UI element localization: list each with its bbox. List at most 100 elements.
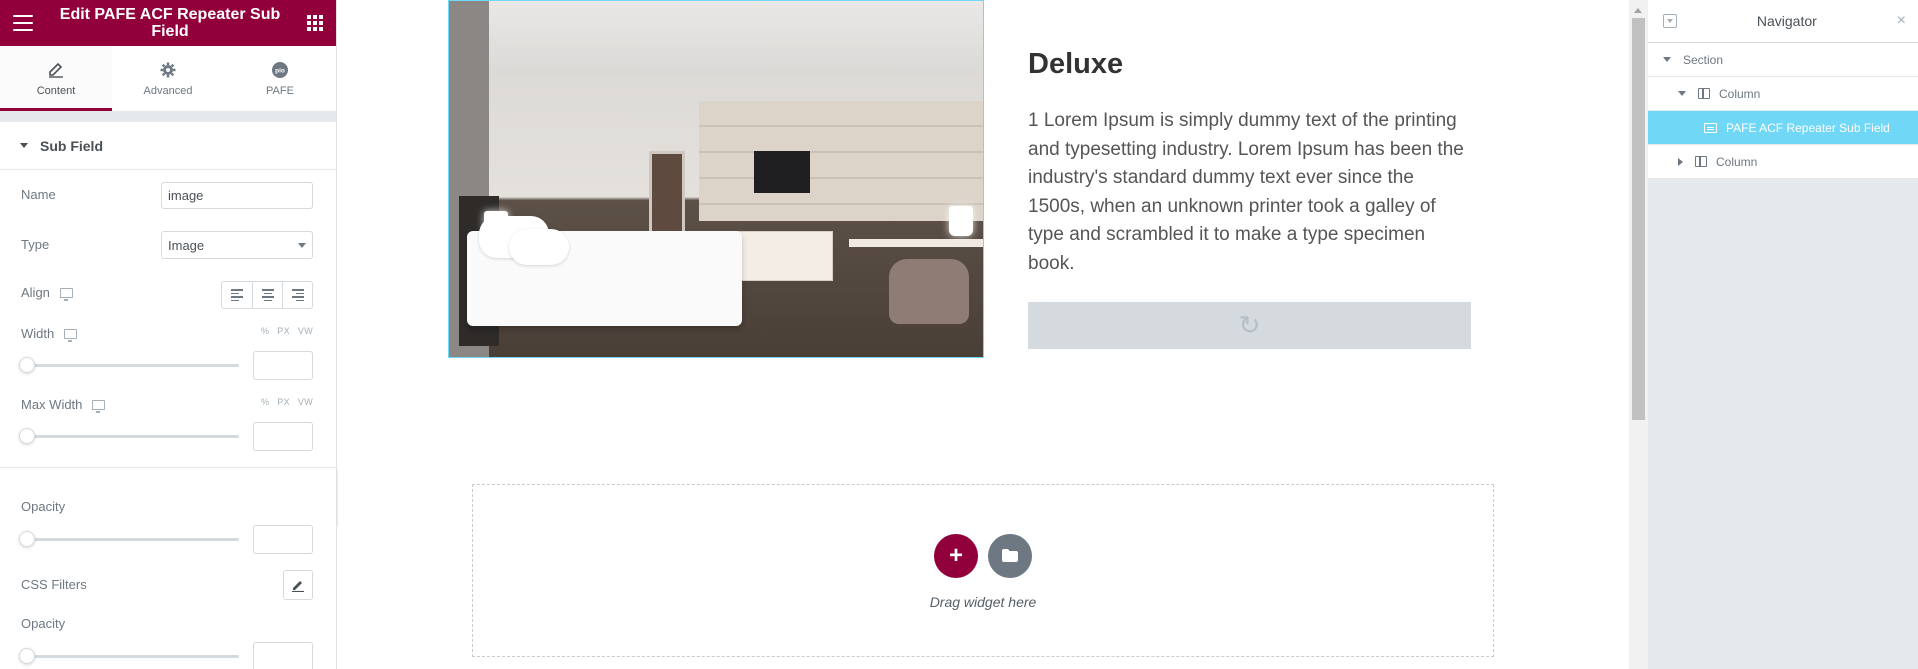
- widget-icon: [1704, 122, 1717, 133]
- opacity-input[interactable]: [253, 525, 313, 554]
- hover-opacity-control: Opacity: [19, 616, 313, 669]
- add-section-button[interactable]: +: [934, 533, 978, 578]
- svg-text:pio: pio: [275, 67, 285, 74]
- tabs-divider: [0, 112, 336, 122]
- unit-vw[interactable]: VW: [298, 397, 313, 407]
- max-width-input[interactable]: [253, 422, 313, 451]
- drop-label: Drag widget here: [929, 593, 1037, 610]
- max-width-control: Max Width % PX VW: [19, 397, 313, 451]
- navigator-header: Navigator ×: [1648, 0, 1918, 43]
- opacity-control: Opacity: [19, 499, 313, 554]
- type-control: Type Image: [21, 231, 313, 259]
- css-filters-control: CSS Filters: [21, 570, 313, 600]
- room-heading: Deluxe: [1028, 48, 1124, 80]
- type-select-value: Image: [168, 237, 205, 253]
- nav-item-pafe-acf-repeater-sub-field[interactable]: PAFE ACF Repeater Sub Field: [1648, 111, 1918, 145]
- opacity-input[interactable]: [253, 642, 313, 669]
- section-sub-field-toggle[interactable]: Sub Field: [0, 122, 336, 170]
- panel-tabs: Content Advanced pio PAFE: [0, 46, 336, 112]
- max-width-label: Max Width: [21, 397, 83, 412]
- tab-content[interactable]: Content: [0, 46, 112, 111]
- navigator-title: Navigator: [1756, 13, 1817, 29]
- opacity-slider[interactable]: [19, 531, 239, 547]
- align-center-button[interactable]: [252, 282, 282, 308]
- chevron-down-icon: [298, 242, 306, 248]
- unit-switcher: % PX VW: [261, 397, 313, 407]
- desktop-responsive-icon[interactable]: [59, 287, 73, 301]
- nav-item-label: PAFE ACF Repeater Sub Field: [1726, 120, 1890, 135]
- gear-icon: [160, 62, 176, 77]
- caret-right-icon[interactable]: [1678, 157, 1683, 166]
- width-input[interactable]: [253, 351, 313, 380]
- nav-item-label: Column: [1719, 86, 1761, 101]
- tab-pafe[interactable]: pio PAFE: [224, 46, 336, 111]
- canvas-scrollbar[interactable]: [1629, 0, 1648, 669]
- collapse-all-icon[interactable]: [1663, 14, 1677, 28]
- opacity-label: Opacity: [21, 616, 66, 631]
- column-icon: [1695, 156, 1707, 167]
- tab-advanced[interactable]: Advanced: [112, 46, 224, 111]
- pencil-icon: [292, 581, 304, 592]
- widgets-grid-icon[interactable]: [307, 15, 323, 31]
- preview-canvas: Deluxe 1 Lorem Ipsum is simply dummy tex…: [338, 0, 1629, 669]
- width-slider[interactable]: [19, 357, 239, 373]
- align-right-button[interactable]: [282, 282, 312, 308]
- opacity-label: Opacity: [21, 499, 66, 514]
- name-label: Name: [21, 187, 56, 202]
- hotel-room-photo: [449, 1, 983, 357]
- unit-vw[interactable]: VW: [298, 326, 313, 336]
- tab-advanced-label: Advanced: [143, 84, 193, 97]
- type-select[interactable]: Image: [161, 231, 313, 259]
- editor-panel: Edit PAFE ACF Repeater Sub Field Content…: [0, 0, 337, 669]
- align-buttons: [221, 281, 313, 309]
- percent-unit-icon[interactable]: %: [261, 397, 269, 407]
- add-section-drop-area[interactable]: + Drag widget here: [472, 484, 1494, 657]
- nav-item-column[interactable]: Column: [1648, 77, 1918, 111]
- name-input[interactable]: image: [161, 182, 313, 209]
- percent-unit-icon[interactable]: %: [261, 326, 269, 336]
- panel-header: Edit PAFE ACF Repeater Sub Field: [0, 0, 336, 46]
- loading-placeholder: ↻: [1028, 302, 1471, 349]
- caret-down-icon[interactable]: [1663, 57, 1671, 62]
- desktop-responsive-icon[interactable]: [64, 328, 78, 342]
- desktop-responsive-icon[interactable]: [92, 399, 106, 413]
- hamburger-menu-icon[interactable]: [13, 15, 33, 31]
- slider-handle[interactable]: [19, 648, 35, 664]
- unit-px[interactable]: PX: [277, 397, 290, 407]
- max-width-slider[interactable]: [19, 428, 239, 444]
- room-description: 1 Lorem Ipsum is simply dummy text of th…: [1028, 110, 1464, 274]
- align-label: Align: [21, 285, 50, 300]
- width-label: Width: [21, 326, 55, 341]
- section-title: Sub Field: [40, 137, 103, 154]
- slider-handle[interactable]: [19, 357, 35, 373]
- type-label: Type: [21, 237, 50, 252]
- unit-px[interactable]: PX: [277, 326, 290, 336]
- tab-content-label: Content: [36, 84, 76, 97]
- scroll-up-arrow-icon[interactable]: [1634, 8, 1642, 13]
- add-template-button[interactable]: [988, 533, 1032, 578]
- scrollbar-thumb[interactable]: [1632, 18, 1645, 420]
- slider-handle[interactable]: [19, 428, 35, 444]
- caret-down-icon[interactable]: [1678, 91, 1686, 96]
- align-left-button[interactable]: [222, 282, 252, 308]
- width-control: Width % PX VW: [19, 326, 313, 380]
- align-control: Align: [21, 281, 313, 309]
- divider: [0, 467, 336, 468]
- opacity-slider[interactable]: [19, 648, 239, 664]
- nav-item-label: Section: [1683, 52, 1724, 67]
- nav-item-section[interactable]: Section: [1648, 43, 1918, 77]
- refresh-icon: ↻: [1238, 310, 1261, 340]
- css-filters-edit-button[interactable]: [283, 570, 313, 600]
- pafe-logo-icon: pio: [272, 61, 288, 78]
- column-icon: [1698, 88, 1710, 99]
- caret-down-icon: [20, 143, 28, 148]
- nav-item-column[interactable]: Column: [1648, 145, 1918, 179]
- room-image[interactable]: [448, 0, 984, 358]
- slider-handle[interactable]: [19, 531, 35, 547]
- close-icon[interactable]: ×: [1897, 12, 1906, 30]
- navigator-panel: Navigator × Section Column PAFE ACF Repe…: [1648, 0, 1918, 669]
- folder-icon: [1002, 549, 1018, 562]
- name-control: Name image: [21, 182, 313, 209]
- unit-switcher: % PX VW: [261, 326, 313, 336]
- nav-item-label: Column: [1716, 154, 1758, 169]
